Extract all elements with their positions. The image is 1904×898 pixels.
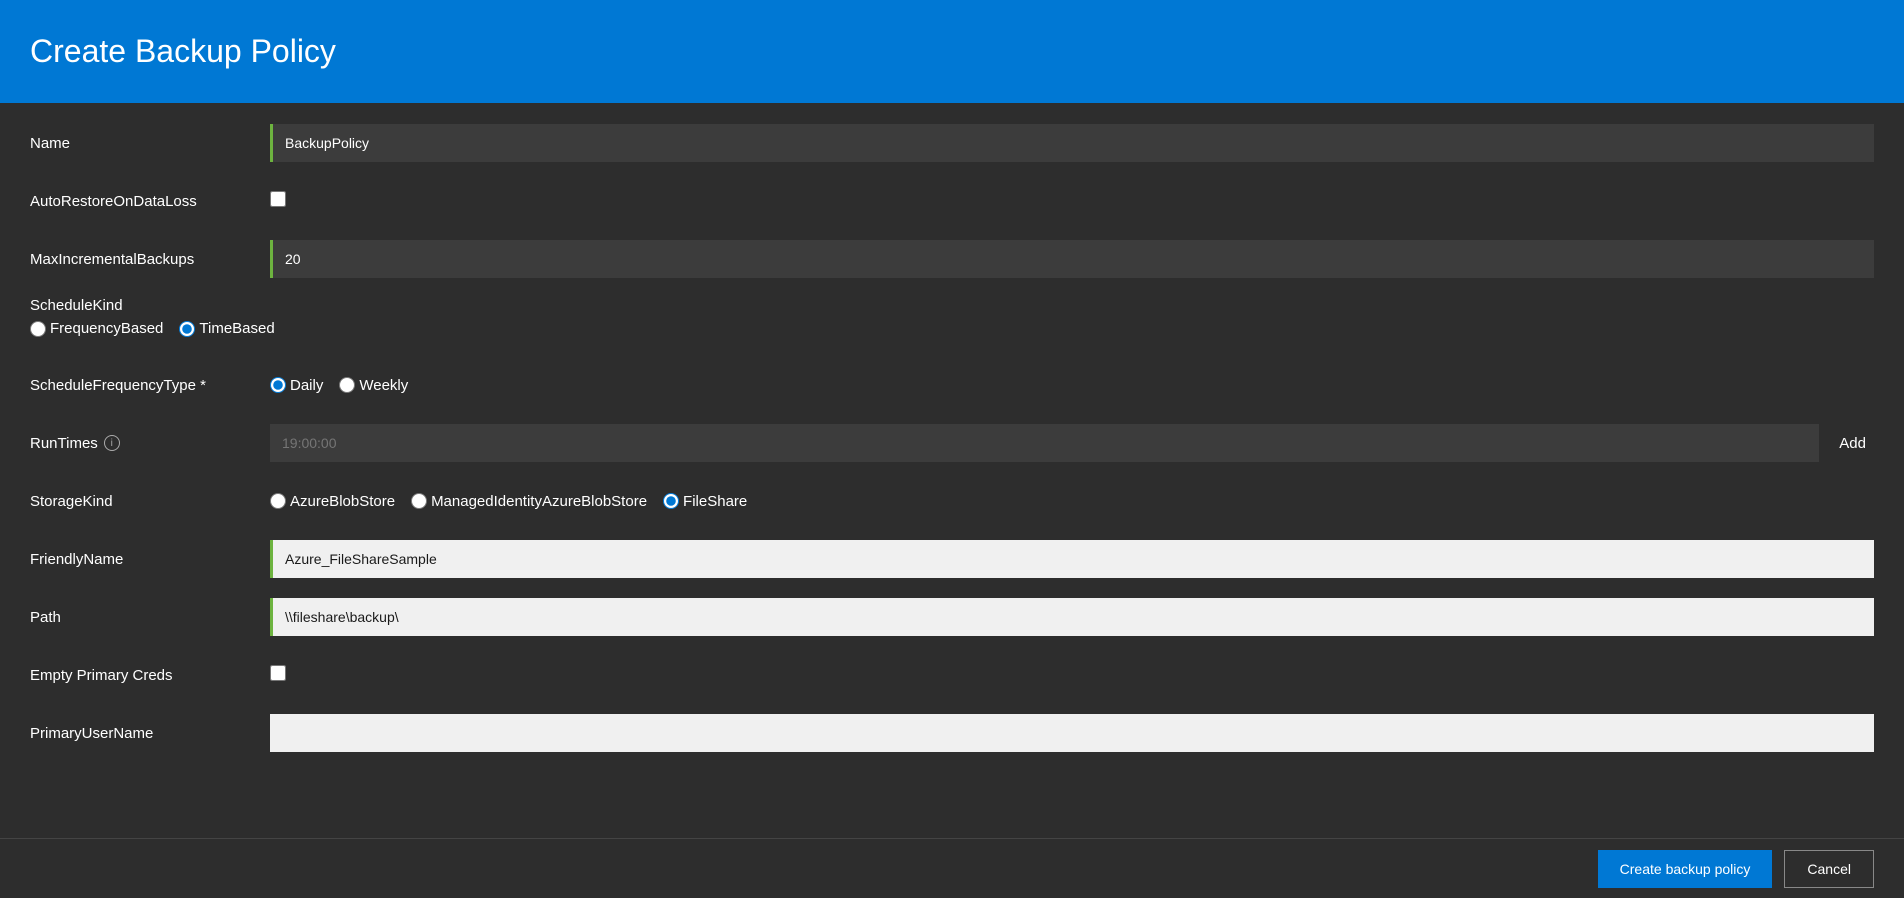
schedule-kind-label: ScheduleKind [30, 297, 1874, 314]
storage-kind-row: StorageKind AzureBlobStore ManagedIdenti… [30, 481, 1874, 521]
max-incremental-input-wrapper [270, 240, 1874, 278]
friendly-name-label: FriendlyName [30, 551, 270, 568]
runtimes-row: RunTimes i Add [30, 423, 1874, 463]
runtimes-info-icon[interactable]: i [104, 435, 120, 451]
schedule-freq-wrapper: Daily Weekly [270, 377, 1874, 394]
schedule-kind-row: ScheduleKind FrequencyBased TimeBased [30, 297, 1874, 337]
runtimes-input[interactable] [270, 424, 1819, 462]
storage-fileshare-label[interactable]: FileShare [663, 493, 747, 510]
schedule-freq-weekly-radio[interactable] [339, 377, 355, 393]
runtimes-label: RunTimes i [30, 435, 270, 452]
max-incremental-label: MaxIncrementalBackups [30, 251, 270, 268]
schedule-kind-radio-group: FrequencyBased TimeBased [30, 320, 1874, 337]
storage-kind-label: StorageKind [30, 493, 270, 510]
path-input-wrapper [270, 598, 1874, 636]
page-title: Create Backup Policy [30, 33, 336, 70]
auto-restore-row: AutoRestoreOnDataLoss [30, 181, 1874, 221]
storage-azure-radio[interactable] [270, 493, 286, 509]
schedule-kind-time-text: TimeBased [199, 320, 274, 337]
storage-azure-text: AzureBlobStore [290, 493, 395, 510]
max-incremental-input[interactable] [270, 240, 1874, 278]
runtimes-add-button[interactable]: Add [1831, 431, 1874, 456]
storage-managed-radio[interactable] [411, 493, 427, 509]
schedule-kind-freq-radio[interactable] [30, 321, 46, 337]
storage-managed-text: ManagedIdentityAzureBlobStore [431, 493, 647, 510]
auto-restore-checkbox-wrapper [270, 191, 1874, 212]
primary-username-input-wrapper [270, 714, 1874, 752]
primary-username-row: PrimaryUserName [30, 713, 1874, 753]
auto-restore-checkbox[interactable] [270, 191, 286, 207]
name-label: Name [30, 135, 270, 152]
max-incremental-row: MaxIncrementalBackups [30, 239, 1874, 279]
storage-kind-radio-group: AzureBlobStore ManagedIdentityAzureBlobS… [270, 493, 1874, 510]
empty-primary-creds-row: Empty Primary Creds [30, 655, 1874, 695]
schedule-kind-time-radio[interactable] [179, 321, 195, 337]
schedule-kind-time-label[interactable]: TimeBased [179, 320, 274, 337]
empty-primary-creds-checkbox-wrapper [270, 665, 1874, 686]
name-input[interactable] [270, 124, 1874, 162]
path-label: Path [30, 609, 270, 626]
path-row: Path [30, 597, 1874, 637]
storage-managed-label[interactable]: ManagedIdentityAzureBlobStore [411, 493, 647, 510]
friendly-name-input[interactable] [270, 540, 1874, 578]
schedule-kind-freq-text: FrequencyBased [50, 320, 163, 337]
schedule-kind-freq-label[interactable]: FrequencyBased [30, 320, 163, 337]
schedule-freq-daily-label[interactable]: Daily [270, 377, 323, 394]
schedule-freq-daily-text: Daily [290, 377, 323, 394]
footer: Create backup policy Cancel [0, 838, 1904, 898]
storage-fileshare-radio[interactable] [663, 493, 679, 509]
schedule-freq-label: ScheduleFrequencyType * [30, 377, 270, 394]
storage-kind-wrapper: AzureBlobStore ManagedIdentityAzureBlobS… [270, 493, 1874, 510]
page-header: Create Backup Policy [0, 0, 1904, 103]
path-input[interactable] [270, 598, 1874, 636]
schedule-freq-radio-group: Daily Weekly [270, 377, 1874, 394]
storage-azure-label[interactable]: AzureBlobStore [270, 493, 395, 510]
name-row: Name [30, 123, 1874, 163]
auto-restore-label: AutoRestoreOnDataLoss [30, 193, 270, 210]
runtimes-wrapper: Add [270, 424, 1874, 462]
friendly-name-row: FriendlyName [30, 539, 1874, 579]
storage-fileshare-text: FileShare [683, 493, 747, 510]
empty-primary-creds-label: Empty Primary Creds [30, 667, 270, 684]
empty-primary-creds-checkbox[interactable] [270, 665, 286, 681]
friendly-name-input-wrapper [270, 540, 1874, 578]
primary-username-input[interactable] [270, 714, 1874, 752]
schedule-freq-weekly-text: Weekly [359, 377, 408, 394]
name-input-wrapper [270, 124, 1874, 162]
primary-username-label: PrimaryUserName [30, 725, 270, 742]
cancel-button[interactable]: Cancel [1784, 850, 1874, 888]
schedule-freq-row: ScheduleFrequencyType * Daily Weekly [30, 365, 1874, 405]
create-backup-policy-button[interactable]: Create backup policy [1598, 850, 1773, 888]
schedule-freq-weekly-label[interactable]: Weekly [339, 377, 408, 394]
form-content: Name AutoRestoreOnDataLoss MaxIncrementa… [0, 103, 1904, 838]
schedule-freq-daily-radio[interactable] [270, 377, 286, 393]
